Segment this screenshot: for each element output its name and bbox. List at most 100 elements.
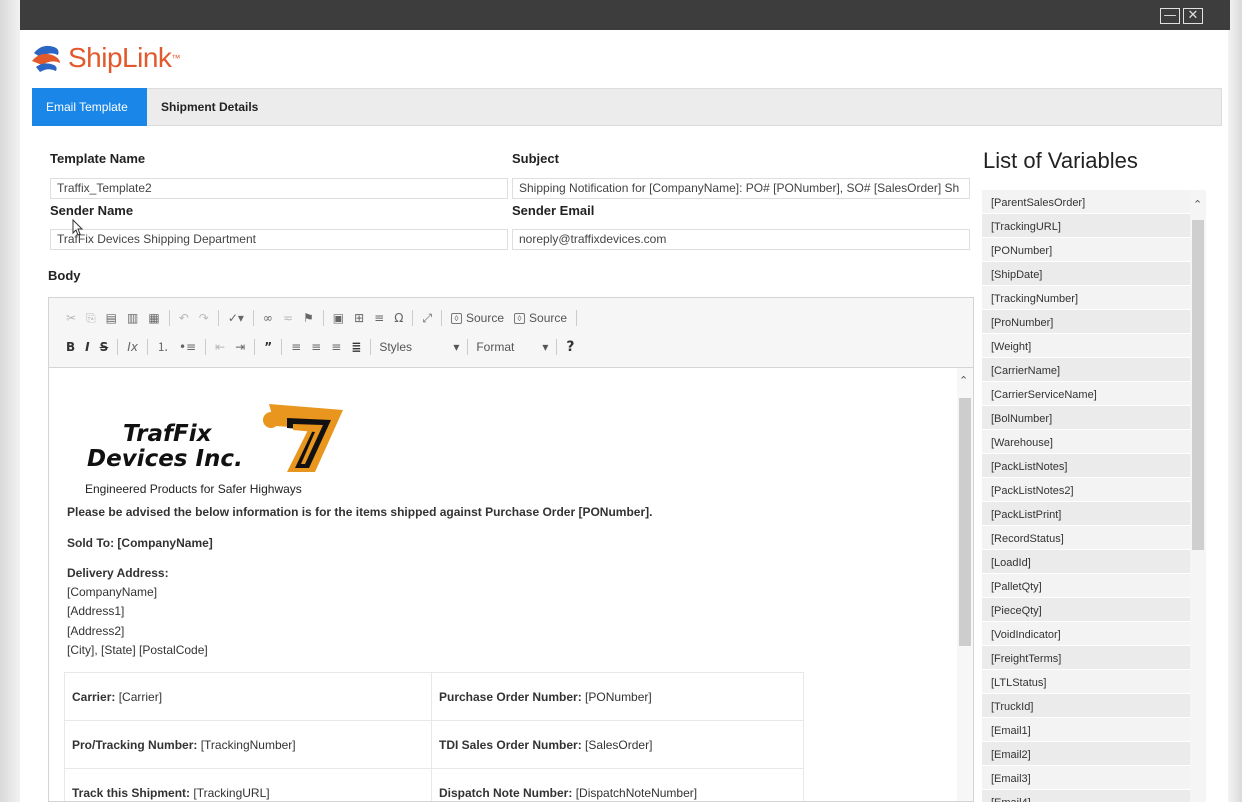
subject-input[interactable]: Shipping Notification for [CompanyName]:…: [512, 178, 970, 199]
image-icon[interactable]: ▣: [333, 308, 344, 328]
variable-item[interactable]: [PackListNotes]: [982, 454, 1190, 478]
toolbar-separator: [322, 310, 324, 326]
variable-item[interactable]: [ShipDate]: [982, 262, 1190, 286]
align-right-icon[interactable]: ≡: [331, 337, 341, 357]
sender-email-label: Sender Email: [512, 203, 595, 218]
toolbar-separator: [467, 339, 469, 355]
address-line: [Address2]: [67, 624, 125, 638]
strikethrough-icon[interactable]: S: [100, 337, 109, 357]
variable-item[interactable]: [CarrierName]: [982, 358, 1190, 382]
table-row: Track this Shipment: [TrackingURL] Dispa…: [64, 768, 804, 801]
toolbar-separator: [252, 310, 254, 326]
table-icon[interactable]: ⊞: [354, 308, 364, 328]
cut-icon[interactable]: ✂: [66, 308, 76, 328]
redo-icon[interactable]: ↷: [199, 308, 209, 328]
toolbar-separator: [440, 310, 442, 326]
remove-format-icon[interactable]: Ix: [127, 337, 138, 357]
window-border-left: [0, 0, 20, 802]
chevron-up-icon[interactable]: ⌃: [959, 374, 968, 387]
variable-item[interactable]: [Email4]: [982, 790, 1190, 802]
indent-icon[interactable]: ⇥: [235, 337, 245, 357]
paste-icon[interactable]: ▤: [106, 308, 117, 328]
justify-icon[interactable]: ≣: [351, 337, 361, 357]
source-button-2[interactable]: ◊ Source: [514, 311, 567, 325]
copy-icon[interactable]: ⎘: [86, 308, 96, 328]
variable-item[interactable]: [TrackingNumber]: [982, 286, 1190, 310]
tab-email-template[interactable]: Email Template: [32, 88, 147, 126]
chevron-down-icon: ▾: [453, 340, 460, 354]
variable-item[interactable]: [CarrierServiceName]: [982, 382, 1190, 406]
address-line: [CompanyName]: [67, 585, 158, 599]
maximize-icon[interactable]: ⤢: [422, 308, 432, 328]
outdent-icon[interactable]: ⇤: [215, 337, 225, 357]
table-cell: TDI Sales Order Number: [SalesOrder]: [431, 720, 804, 769]
variable-item[interactable]: [Email2]: [982, 742, 1190, 766]
spellcheck-icon[interactable]: ✓▾: [228, 308, 244, 328]
anchor-flag-icon[interactable]: ⚑: [303, 308, 314, 328]
variable-item[interactable]: [PackListNotes2]: [982, 478, 1190, 502]
toolbar-separator: [217, 310, 219, 326]
template-name-input[interactable]: Traffix_Template2: [50, 178, 508, 199]
chevron-up-icon[interactable]: ⌃: [1193, 198, 1202, 211]
variable-item[interactable]: [TruckId]: [982, 694, 1190, 718]
window-border-right: [1228, 0, 1242, 802]
format-dropdown[interactable]: Format ▾: [476, 340, 548, 354]
horizontal-line-icon[interactable]: ≡: [374, 308, 384, 328]
variable-item[interactable]: [Email3]: [982, 766, 1190, 790]
blockquote-icon[interactable]: ”: [264, 337, 272, 357]
table-cell: Pro/Tracking Number: [TrackingNumber]: [64, 720, 432, 769]
variable-item[interactable]: [VoidIndicator]: [982, 622, 1190, 646]
company-tagline: Engineered Products for Safer Highways: [85, 482, 302, 496]
toolbar-separator: [556, 339, 558, 355]
align-center-icon[interactable]: ≡: [311, 337, 321, 357]
source-button[interactable]: ◊ Source: [450, 311, 504, 325]
close-button[interactable]: ✕: [1183, 8, 1203, 24]
toolbar-separator: [146, 339, 148, 355]
link-icon[interactable]: ∞: [263, 308, 273, 328]
editor-scroll-thumb[interactable]: [959, 398, 971, 646]
variable-item[interactable]: [Warehouse]: [982, 430, 1190, 454]
help-icon[interactable]: ?: [566, 337, 574, 357]
special-char-icon[interactable]: Ω: [394, 308, 403, 328]
bold-icon[interactable]: B: [66, 337, 75, 357]
variable-item[interactable]: [LTLStatus]: [982, 670, 1190, 694]
intro-text: Please be advised the below information …: [67, 505, 653, 519]
variable-item[interactable]: [BolNumber]: [982, 406, 1190, 430]
variable-item[interactable]: [PackListPrint]: [982, 502, 1190, 526]
toolbar-separator: [576, 310, 578, 326]
tab-shipment-details[interactable]: Shipment Details: [147, 88, 277, 126]
variable-item[interactable]: [FreightTerms]: [982, 646, 1190, 670]
undo-icon[interactable]: ↶: [179, 308, 189, 328]
minimize-button[interactable]: —: [1160, 8, 1180, 24]
align-left-icon[interactable]: ≡: [291, 337, 301, 357]
variable-item[interactable]: [PieceQty]: [982, 598, 1190, 622]
italic-icon[interactable]: I: [85, 337, 89, 357]
variable-item[interactable]: [PalletQty]: [982, 574, 1190, 598]
variable-item[interactable]: [Weight]: [982, 334, 1190, 358]
sender-name-input[interactable]: TrafFix Devices Shipping Department: [50, 229, 508, 250]
editor-scrollbar[interactable]: ⌃: [957, 368, 973, 801]
variable-item[interactable]: [Email1]: [982, 718, 1190, 742]
subject-label: Subject: [512, 151, 559, 166]
variable-item[interactable]: [LoadId]: [982, 550, 1190, 574]
table-row: Pro/Tracking Number: [TrackingNumber] TD…: [64, 720, 804, 769]
variable-item[interactable]: [PONumber]: [982, 238, 1190, 262]
styles-dropdown[interactable]: Styles ▾: [379, 340, 459, 354]
numbered-list-icon[interactable]: ⒈: [157, 337, 169, 357]
variable-item[interactable]: [RecordStatus]: [982, 526, 1190, 550]
variable-item[interactable]: [ParentSalesOrder]: [982, 190, 1190, 214]
variables-title: List of Variables: [983, 148, 1138, 173]
app-window: — ✕ ShipLink ™ Email Template Shipment D…: [0, 0, 1242, 802]
variable-item[interactable]: [ProNumber]: [982, 310, 1190, 334]
paste-word-icon[interactable]: ▦: [148, 308, 159, 328]
editor-content[interactable]: TrafFix Devices Inc. Engineered Products…: [49, 368, 957, 801]
company-name-line2: Devices Inc.: [87, 446, 243, 472]
variable-item[interactable]: [TrackingURL]: [982, 214, 1190, 238]
sender-name-label: Sender Name: [50, 203, 134, 218]
paste-text-icon[interactable]: ▥: [127, 308, 138, 328]
bulleted-list-icon[interactable]: •≡: [179, 337, 196, 357]
variables-scrollbar[interactable]: ⌃: [1190, 190, 1206, 802]
variables-scroll-thumb[interactable]: [1192, 220, 1204, 550]
unlink-icon[interactable]: ≂: [283, 308, 293, 328]
sender-email-input[interactable]: noreply@traffixdevices.com: [512, 229, 970, 250]
